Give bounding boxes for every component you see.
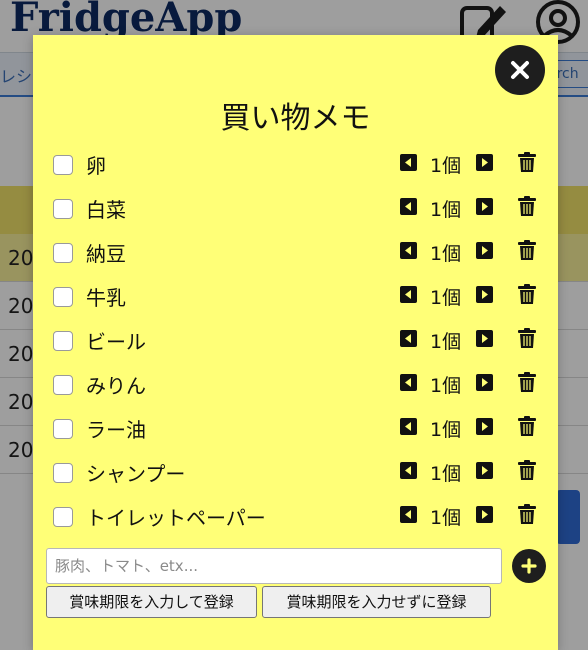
item-checkbox[interactable] — [53, 155, 73, 175]
item-name: 納豆 — [86, 242, 126, 266]
delete-item-button[interactable] — [518, 504, 536, 524]
modal-title: 買い物メモ — [220, 101, 371, 136]
item-name: ビール — [86, 330, 146, 354]
delete-item-button[interactable] — [518, 284, 536, 304]
delete-item-button[interactable] — [518, 372, 536, 392]
list-item: ビール 1個 — [53, 318, 553, 362]
item-quantity: 1個 — [430, 331, 462, 353]
decrease-quantity-button[interactable] — [400, 198, 417, 215]
item-checkbox[interactable] — [53, 331, 73, 351]
add-item-button[interactable] — [512, 549, 546, 583]
list-item: 白菜 1個 — [53, 186, 553, 230]
item-name: シャンプー — [86, 462, 186, 486]
decrease-quantity-button[interactable] — [400, 506, 417, 523]
delete-item-button[interactable] — [518, 416, 536, 436]
list-item: 卵 1個 — [53, 142, 553, 186]
item-name: ラー油 — [86, 418, 146, 442]
item-checkbox[interactable] — [53, 287, 73, 307]
item-checkbox[interactable] — [53, 199, 73, 219]
item-quantity: 1個 — [430, 419, 462, 441]
trash-icon — [518, 372, 536, 396]
decrease-quantity-button[interactable] — [400, 462, 417, 479]
add-item-row — [46, 548, 546, 584]
trash-icon — [518, 416, 536, 440]
item-quantity: 1個 — [430, 287, 462, 309]
item-name: 牛乳 — [86, 286, 126, 310]
trash-icon — [518, 152, 536, 176]
item-checkbox[interactable] — [53, 507, 73, 527]
close-button[interactable] — [495, 45, 545, 95]
register-with-expiry-button[interactable]: 賞味期限を入力して登録 — [46, 586, 257, 618]
shopping-list: 卵 1個 白菜 1個 納豆 1個 牛乳 1個 ビール 1個 みりん 1個 ラー油 1個 シャンプー 1個 トイレ… — [53, 142, 553, 538]
list-item: トイレットペーパー 1個 — [53, 494, 553, 538]
trash-icon — [518, 504, 536, 528]
decrease-quantity-button[interactable] — [400, 330, 417, 347]
increase-quantity-button[interactable] — [476, 418, 493, 435]
item-name-input[interactable] — [46, 548, 502, 584]
delete-item-button[interactable] — [518, 240, 536, 260]
trash-icon — [518, 284, 536, 308]
decrease-quantity-button[interactable] — [400, 242, 417, 259]
list-item: 牛乳 1個 — [53, 274, 553, 318]
item-quantity: 1個 — [430, 199, 462, 221]
increase-quantity-button[interactable] — [476, 154, 493, 171]
close-icon — [511, 61, 529, 79]
item-checkbox[interactable] — [53, 375, 73, 395]
increase-quantity-button[interactable] — [476, 506, 493, 523]
increase-quantity-button[interactable] — [476, 330, 493, 347]
trash-icon — [518, 328, 536, 352]
increase-quantity-button[interactable] — [476, 286, 493, 303]
item-quantity: 1個 — [430, 375, 462, 397]
increase-quantity-button[interactable] — [476, 462, 493, 479]
decrease-quantity-button[interactable] — [400, 154, 417, 171]
item-checkbox[interactable] — [53, 463, 73, 483]
decrease-quantity-button[interactable] — [400, 418, 417, 435]
increase-quantity-button[interactable] — [476, 242, 493, 259]
list-item: 納豆 1個 — [53, 230, 553, 274]
delete-item-button[interactable] — [518, 328, 536, 348]
trash-icon — [518, 240, 536, 264]
decrease-quantity-button[interactable] — [400, 374, 417, 391]
decrease-quantity-button[interactable] — [400, 286, 417, 303]
item-name: トイレットペーパー — [86, 506, 266, 530]
plus-icon — [521, 558, 537, 574]
list-item: みりん 1個 — [53, 362, 553, 406]
list-item: シャンプー 1個 — [53, 450, 553, 494]
item-quantity: 1個 — [430, 463, 462, 485]
list-item: ラー油 1個 — [53, 406, 553, 450]
trash-icon — [518, 460, 536, 484]
item-name: 白菜 — [86, 198, 126, 222]
item-name: 卵 — [86, 154, 106, 178]
delete-item-button[interactable] — [518, 460, 536, 480]
item-quantity: 1個 — [430, 507, 462, 529]
increase-quantity-button[interactable] — [476, 198, 493, 215]
item-quantity: 1個 — [430, 155, 462, 177]
delete-item-button[interactable] — [518, 196, 536, 216]
increase-quantity-button[interactable] — [476, 374, 493, 391]
delete-item-button[interactable] — [518, 152, 536, 172]
item-checkbox[interactable] — [53, 243, 73, 263]
shopping-memo-modal: 買い物メモ 卵 1個 白菜 1個 納豆 1個 牛乳 1個 ビール 1個 みりん 1個 ラー油 1個 シャンプ… — [33, 35, 558, 650]
item-name: みりん — [86, 374, 146, 398]
trash-icon — [518, 196, 536, 220]
register-without-expiry-button[interactable]: 賞味期限を入力せずに登録 — [262, 586, 491, 618]
item-checkbox[interactable] — [53, 419, 73, 439]
item-quantity: 1個 — [430, 243, 462, 265]
